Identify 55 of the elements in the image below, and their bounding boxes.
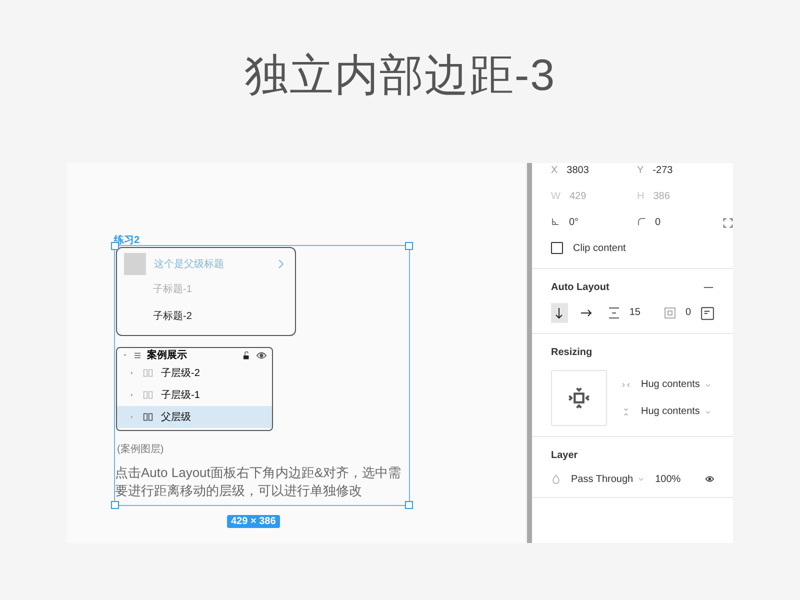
position-field[interactable]: Y -273 (637, 165, 723, 176)
alignment-icon (701, 306, 714, 320)
layer-name: 子层级-1 (161, 389, 200, 402)
page-title: 独立内部边距-3 (244, 50, 556, 102)
arrow-down-button[interactable] (551, 303, 568, 323)
caret-right-icon (129, 370, 135, 376)
caret-down-icon (122, 352, 128, 358)
resize-diagram-icon (566, 385, 592, 411)
hug-height-icon (621, 406, 631, 416)
lock-icon (242, 350, 251, 360)
list-icon (133, 350, 142, 360)
section-title: Layer (551, 450, 578, 460)
rotation-field[interactable]: 0° (551, 217, 637, 228)
chevron-down-icon (637, 475, 646, 483)
resize-handle[interactable] (405, 501, 413, 509)
layer-group-name: 案例展示 (147, 348, 188, 362)
height-dropdown[interactable]: Hug contents (621, 406, 712, 417)
clip-content-checkbox[interactable]: Clip content (551, 242, 714, 254)
blend-mode-dropdown[interactable]: Pass Through (551, 474, 646, 484)
expand-corners-icon (723, 218, 733, 228)
resize-handle[interactable] (111, 501, 119, 509)
drop-icon (551, 474, 561, 484)
card-title: 这个是父级标题 (154, 258, 225, 271)
position-field[interactable]: X 3803 (551, 165, 637, 176)
description-text: 点击Auto Layout面板右下角内边距&对齐，选中需要进行距离移动的层级，可以进行单独修改 (115, 464, 402, 500)
caret-right-icon (129, 392, 135, 398)
spacing-icon (608, 307, 620, 319)
arrow-right-icon (580, 307, 592, 319)
spacing-field[interactable]: 15 (608, 307, 640, 319)
section-title: Auto Layout (551, 282, 610, 292)
image-placeholder (124, 253, 146, 275)
arrow-down-icon (553, 307, 566, 319)
resize-handle[interactable] (405, 242, 413, 250)
layer-name: 父层级 (161, 411, 191, 424)
layer-row[interactable]: 子层级-2 (117, 362, 272, 384)
layer-name: 子层级-2 (161, 367, 200, 380)
caret-right-icon (129, 414, 135, 420)
frame-icon (143, 368, 153, 378)
angle-icon (551, 217, 560, 226)
padding-icon (664, 307, 676, 319)
layer-row[interactable]: 父层级 (117, 406, 272, 428)
card-subtitle: 子标题-2 (153, 310, 193, 324)
caption: (案例图层) (117, 442, 165, 456)
corner-radius-icon (637, 217, 646, 226)
width-dropdown[interactable]: Hug contents (621, 379, 712, 390)
layer-row[interactable]: 子层级-1 (117, 384, 272, 406)
section-title: Resizing (551, 346, 592, 358)
frame-icon (143, 390, 153, 400)
size-badge: 429 × 386 (227, 515, 280, 528)
card-subtitle: 子标题-1 (153, 282, 193, 296)
radius-field[interactable]: 0 (637, 217, 723, 228)
opacity-value[interactable]: 100% (655, 474, 681, 484)
frame-icon (143, 412, 153, 422)
eye-icon (256, 350, 267, 360)
padding-field[interactable]: 0 (664, 307, 691, 319)
